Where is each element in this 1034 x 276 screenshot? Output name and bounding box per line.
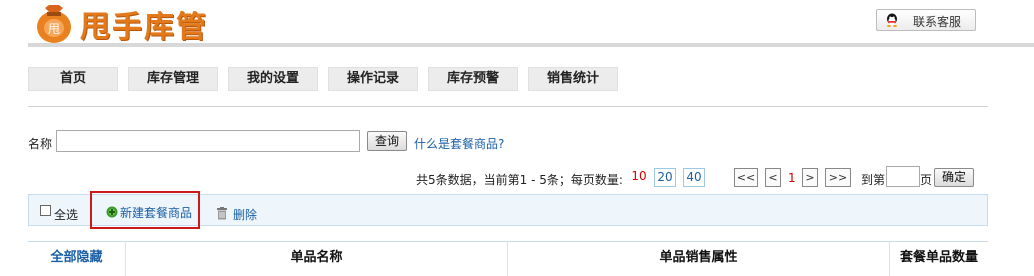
nav-sales-stats[interactable]: 销售统计	[528, 67, 618, 91]
header-divider	[28, 43, 1034, 47]
header: 甩 甩手库管 联系客服	[0, 0, 1034, 46]
hide-all-column[interactable]: 全部隐藏	[28, 242, 126, 276]
logo-icon: 甩	[37, 5, 71, 43]
brand-title: 甩手库管	[80, 10, 208, 45]
delete-button[interactable]: 删除	[233, 206, 257, 223]
trash-icon	[217, 207, 227, 220]
goto-page-input[interactable]	[886, 166, 920, 187]
prev-page-button[interactable]: <	[765, 168, 781, 187]
nav-settings[interactable]: 我的设置	[228, 67, 318, 91]
nav-stock-alert[interactable]: 库存预警	[428, 67, 518, 91]
next-page-button[interactable]: >	[802, 168, 818, 187]
logo-char: 甩	[48, 22, 60, 36]
current-page: 1	[788, 171, 796, 185]
action-toolbar: 全选 新建套餐商品 删除	[28, 191, 988, 229]
contact-support-button[interactable]: 联系客服	[876, 9, 976, 31]
goto-suffix: 页	[920, 173, 933, 187]
new-bundle-highlight: 新建套餐商品	[90, 191, 200, 229]
new-bundle-button[interactable]: 新建套餐商品	[120, 204, 192, 221]
page-size-10[interactable]: 10	[628, 168, 650, 187]
select-all-label[interactable]: 全选	[54, 206, 78, 223]
nav-home[interactable]: 首页	[28, 67, 118, 91]
table-header: 全部隐藏 单品名称 单品销售属性 套餐单品数量	[28, 241, 988, 276]
query-button[interactable]: 查询	[367, 131, 407, 151]
name-label: 名称	[28, 137, 53, 151]
bundle-qty-column: 套餐单品数量	[890, 242, 988, 276]
add-green-icon	[106, 206, 118, 218]
qq-penguin-icon	[887, 13, 897, 27]
goto-confirm-button[interactable]: 确定	[934, 168, 974, 187]
nav-divider	[28, 106, 988, 107]
nav-inventory[interactable]: 库存管理	[128, 67, 218, 91]
item-name-column: 单品名称	[126, 242, 508, 276]
name-search-input[interactable]	[56, 130, 360, 152]
pager-summary: 共5条数据，当前第1 - 5条；每页数量:	[416, 173, 623, 187]
select-all-checkbox[interactable]	[40, 205, 51, 216]
nav-operation-log[interactable]: 操作记录	[328, 67, 418, 91]
last-page-button[interactable]: >>	[825, 168, 851, 187]
sales-attr-column: 单品销售属性	[508, 242, 890, 276]
contact-support-label: 联系客服	[913, 15, 962, 29]
goto-prefix: 到第	[861, 173, 886, 187]
what-is-bundle-link[interactable]: 什么是套餐商品?	[414, 135, 504, 152]
page-size-20[interactable]: 20	[654, 168, 676, 187]
page-size-40[interactable]: 40	[683, 168, 705, 187]
first-page-button[interactable]: <<	[734, 168, 758, 187]
